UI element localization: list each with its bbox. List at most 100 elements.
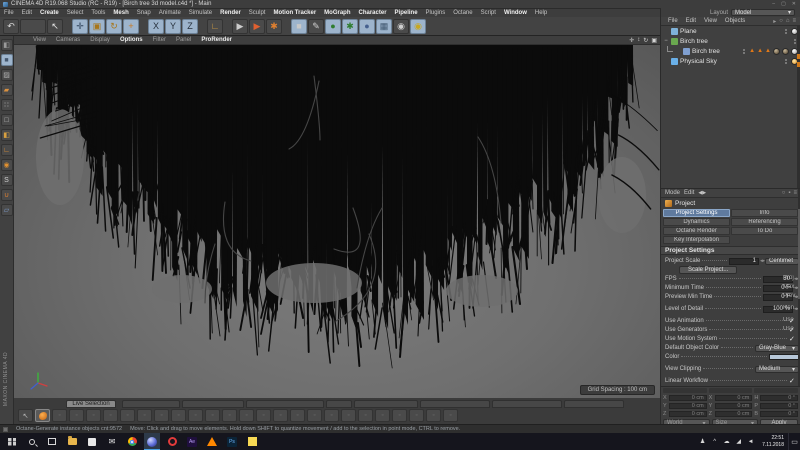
y-axis-lock-icon[interactable]: Y [165, 19, 181, 34]
search-icon[interactable]: ○ [779, 18, 783, 25]
x-axis-lock-icon[interactable]: X [148, 19, 164, 34]
people-icon[interactable]: ♟ [697, 438, 708, 445]
tab-referencing[interactable]: Referencing [731, 218, 798, 226]
coord-value[interactable]: 0 ° [760, 403, 798, 409]
tool-icon-disabled[interactable]: ◦ [358, 409, 373, 422]
after-effects-icon[interactable]: Ae [184, 433, 200, 450]
move-tool-icon[interactable]: ✛ [72, 19, 88, 34]
unit-dropdown[interactable]: Centimet [765, 258, 799, 265]
menu-render[interactable]: Render [216, 10, 245, 16]
workplane-mode-icon[interactable]: ▰ [1, 84, 13, 96]
opera-icon[interactable] [164, 433, 180, 450]
visibility-dots[interactable] [785, 59, 787, 64]
light-icon[interactable]: ◉ [410, 19, 426, 34]
tab-live-selection[interactable]: Live Selection [66, 400, 116, 408]
viewport-toggle-icon[interactable]: ▣ [651, 37, 657, 44]
tool-icon-disabled[interactable]: ◦ [341, 409, 356, 422]
tool-icon-disabled[interactable]: ◦ [86, 409, 101, 422]
texture-tag-icon[interactable] [773, 48, 780, 55]
visibility-dots[interactable] [794, 39, 796, 44]
vlc-icon[interactable] [204, 433, 220, 450]
coord-value[interactable]: 0 ° [760, 395, 798, 401]
minimize-icon[interactable]: – [772, 1, 775, 7]
menu-octane[interactable]: Octane [449, 10, 476, 16]
menu-simulate[interactable]: Simulate [185, 10, 216, 16]
field-value[interactable]: 1 [729, 258, 759, 265]
viewport-menu-view[interactable]: View [28, 37, 51, 43]
scale-tool-icon[interactable]: ▣ [89, 19, 105, 34]
axis-mode-icon[interactable]: ∟ [1, 144, 13, 156]
value-dropdown[interactable]: Medium▾ [755, 366, 799, 373]
magnet-icon[interactable]: ∪ [1, 189, 13, 201]
menu-window[interactable]: Window [500, 10, 531, 16]
om-menu-objects[interactable]: Objects [721, 18, 749, 24]
menu-create[interactable]: Create [36, 10, 63, 16]
bookmark-icon[interactable]: ▸ [773, 18, 776, 25]
visibility-dots[interactable] [743, 49, 745, 54]
color-swatch[interactable] [769, 354, 799, 360]
viewport-menu-prorender[interactable]: ProRender [196, 37, 237, 43]
tool-icon-disabled[interactable]: ◦ [69, 409, 84, 422]
om-menu-edit[interactable]: Edit [682, 18, 700, 24]
expand-toggle-icon[interactable]: − [663, 38, 669, 44]
tool-icon-disabled[interactable]: ◦ [222, 409, 237, 422]
tool-icon-disabled[interactable]: ◦ [426, 409, 441, 422]
tool-icon-disabled[interactable]: ◦ [273, 409, 288, 422]
normal-move-icon[interactable]: ◉ [1, 159, 13, 171]
tab-octane-render[interactable]: Octane Render [663, 227, 730, 235]
om-menu-view[interactable]: View [700, 18, 721, 24]
render-settings-icon[interactable]: ✱ [266, 19, 282, 34]
points-mode-icon[interactable]: ∷ [1, 99, 13, 111]
coord-value[interactable]: 0 cm [715, 395, 753, 401]
menu-select[interactable]: Select [63, 10, 88, 16]
tool-icon-disabled[interactable]: ◦ [52, 409, 67, 422]
render-picture-viewer-icon[interactable]: ▶ [249, 19, 265, 34]
tool-icon-disabled[interactable]: ◦ [307, 409, 322, 422]
deformer-icon[interactable]: ● [359, 19, 375, 34]
viewport[interactable]: ViewCamerasDisplayOptionsFilterPanelProR… [14, 36, 660, 398]
chevron-up-icon[interactable]: ^ [709, 439, 720, 445]
texture-mode-icon[interactable]: ▨ [1, 69, 13, 81]
tab-key-interpolation[interactable]: Key Interpolation [663, 236, 730, 244]
value-dropdown[interactable]: Gray-Blue▾ [755, 345, 799, 352]
environment-icon[interactable]: ● [325, 19, 341, 34]
texture-tag-icon[interactable] [782, 48, 789, 55]
polygons-mode-icon[interactable]: ◧ [1, 129, 13, 141]
menu-edit[interactable]: Edit [18, 10, 36, 16]
spline-pen-icon[interactable]: ✎ [308, 19, 324, 34]
tool-icon-disabled[interactable]: ◦ [103, 409, 118, 422]
snap-icon[interactable]: S [1, 174, 13, 186]
tool-icon-disabled[interactable]: ◦ [409, 409, 424, 422]
start-icon[interactable] [4, 433, 20, 450]
menu-icon[interactable]: ≡ [793, 190, 797, 196]
store-icon[interactable] [84, 433, 100, 450]
mograph-icon[interactable]: ✱ [342, 19, 358, 34]
viewport-menu-panel[interactable]: Panel [171, 37, 196, 43]
mode-menu[interactable]: Mode [665, 190, 680, 196]
viewport-zoom-icon[interactable]: ↕ [637, 37, 640, 44]
coord-value[interactable]: 0 cm [715, 411, 753, 417]
object-row-birch-tree[interactable]: −Birch tree [661, 36, 798, 46]
list-icon[interactable]: ≡ [792, 18, 796, 25]
menu-motion-tracker[interactable]: Motion Tracker [269, 10, 320, 16]
tab-info[interactable]: Info [731, 209, 798, 217]
tool-icon-disabled[interactable]: ◦ [137, 409, 152, 422]
live-selection-tool-icon[interactable] [35, 409, 50, 422]
coord-value[interactable]: 0 cm [669, 403, 707, 409]
object-row-plane[interactable]: Plane [661, 26, 798, 36]
menu-mesh[interactable]: Mesh [109, 10, 132, 16]
photoshop-icon[interactable]: Ps [224, 433, 240, 450]
edit-menu[interactable]: Edit [684, 190, 694, 196]
primitive-cube-icon[interactable]: ■ [291, 19, 307, 34]
cinema4d-icon[interactable] [144, 433, 160, 450]
action-center-icon[interactable]: ▭ [788, 433, 800, 450]
tab-to-do[interactable]: To Do [731, 227, 798, 235]
tool-icon-disabled[interactable]: ◦ [443, 409, 458, 422]
menu-mograph[interactable]: MoGraph [320, 10, 354, 16]
viewport-menu-display[interactable]: Display [85, 37, 115, 43]
selection-arrow-icon[interactable]: ↖ [18, 409, 33, 422]
tool-icon-disabled[interactable]: ◦ [171, 409, 186, 422]
search-icon[interactable]: ○ [782, 190, 786, 196]
menu-plugins[interactable]: Plugins [422, 10, 450, 16]
model-mode-icon[interactable]: ■ [1, 54, 13, 66]
